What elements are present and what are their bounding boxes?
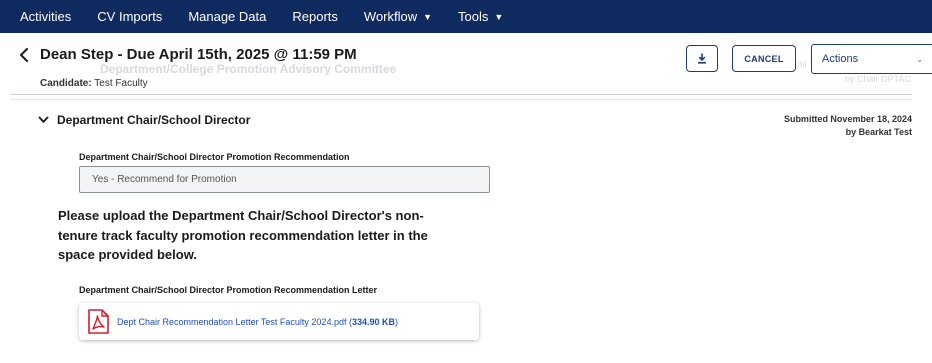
page-title: Dean Step - Due April 15th, 2025 @ 11:59… (40, 46, 357, 63)
recommendation-value: Yes - Recommend for Promotion (92, 174, 237, 185)
caret-down-icon: ▼ (494, 11, 504, 22)
candidate-value: Test Faculty (94, 78, 148, 89)
nav-label: Tools (458, 9, 489, 24)
letter-label: Department Chair/School Director Promoti… (79, 285, 378, 295)
file-link[interactable]: Dept Chair Recommendation Letter Test Fa… (117, 317, 398, 327)
chevron-down-icon: ⌄ (916, 55, 923, 64)
submitted-info: Submitted November 18, 2024 by Bearkat T… (784, 113, 912, 139)
divider (10, 99, 912, 100)
ghost-text: mi (797, 59, 807, 69)
download-icon (698, 53, 706, 64)
chevron-down-icon (38, 116, 49, 123)
nav-workflow[interactable]: Workflow ▼ (351, 0, 445, 33)
top-nav: Activities CV Imports Manage Data Report… (0, 0, 932, 33)
ghost-subtitle: Department/College Promotion Advisory Co… (100, 62, 397, 76)
recommendation-label: Department Chair/School Director Promoti… (79, 152, 350, 162)
divider (10, 94, 912, 95)
download-button[interactable] (686, 45, 718, 72)
section-toggle[interactable]: Department Chair/School Director (38, 113, 250, 127)
file-size: 334.90 KB (351, 316, 395, 327)
submitted-by: by Bearkat Test (845, 127, 912, 137)
nav-activities[interactable]: Activities (0, 0, 84, 33)
page-header: Department/College Promotion Advisory Co… (0, 33, 932, 97)
nav-manage-data[interactable]: Manage Data (175, 0, 279, 33)
nav-cv-imports[interactable]: CV Imports (84, 0, 175, 33)
file-name: Dept Chair Recommendation Letter Test Fa… (117, 316, 347, 327)
nav-tools[interactable]: Tools ▼ (445, 0, 516, 33)
caret-down-icon: ▼ (423, 11, 433, 22)
chevron-left-icon[interactable] (17, 47, 31, 63)
nav-label: Reports (292, 9, 338, 24)
file-attachment[interactable]: Dept Chair Recommendation Letter Test Fa… (79, 303, 479, 340)
pdf-file-icon (88, 309, 109, 334)
upload-instructions: Please upload the Department Chair/Schoo… (58, 208, 428, 262)
submitted-date: Submitted November 18, 2024 (783, 114, 912, 124)
actions-dropdown[interactable]: Actions ⌄ (811, 44, 932, 74)
nav-label: Workflow (363, 9, 418, 24)
nav-label: CV Imports (97, 9, 163, 24)
nav-label: Manage Data (188, 9, 267, 24)
actions-label: Actions (822, 53, 859, 65)
candidate-label: Candidate: (40, 78, 92, 89)
cancel-button[interactable]: CANCEL (732, 45, 796, 72)
recommendation-select[interactable]: Yes - Recommend for Promotion (79, 166, 490, 193)
candidate-info: Candidate: Test Faculty (40, 78, 148, 89)
nav-label: Activities (20, 9, 72, 24)
section-title: Department Chair/School Director (57, 113, 251, 127)
nav-reports[interactable]: Reports (279, 0, 351, 33)
ghost-text: by Chair DPTAC (845, 74, 911, 84)
